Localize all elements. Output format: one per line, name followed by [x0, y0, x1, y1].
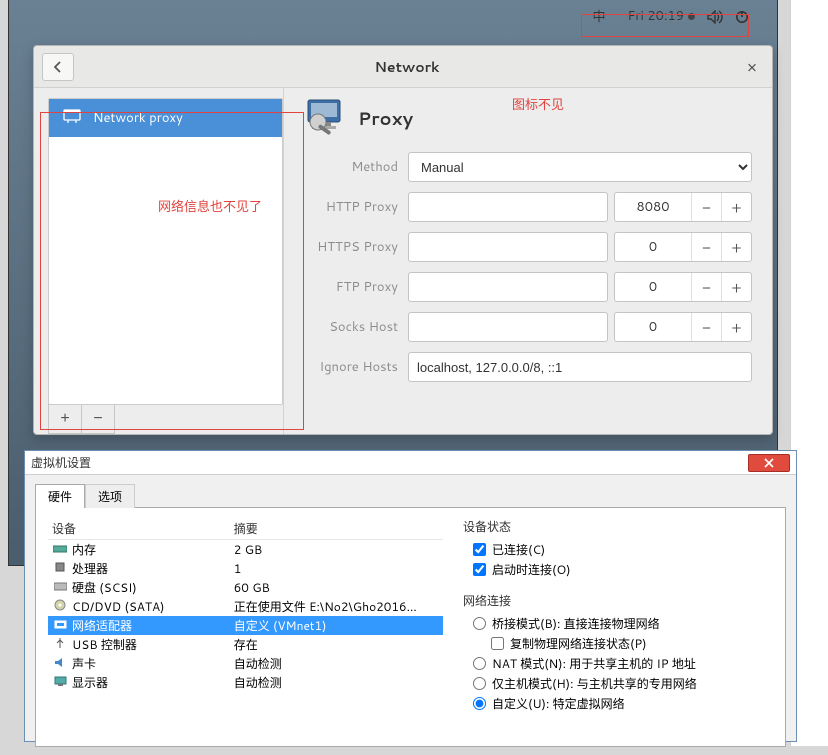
ignore-hosts-input[interactable]	[408, 352, 752, 382]
connected-checkbox[interactable]: 已连接(C)	[473, 541, 773, 558]
http-proxy-row: HTTP Proxy 8080 − +	[302, 192, 752, 222]
annotation-text-icon: 图标不见	[512, 94, 564, 113]
hw-row-disk[interactable]: 硬盘 (SCSI) 60 GB	[48, 578, 443, 597]
close-button[interactable]: ×	[740, 55, 764, 79]
annotation-box-topbar	[581, 14, 749, 37]
custom-radio[interactable]: 自定义(U): 特定虚拟网络	[473, 695, 773, 712]
hw-row-memory[interactable]: 内存 2 GB	[48, 540, 443, 560]
plus-icon[interactable]: +	[721, 193, 751, 221]
hw-row-network[interactable]: 网络适配器 自定义 (VMnet1)	[48, 616, 443, 635]
net-connection-group: 网络连接	[463, 592, 773, 609]
ftp-proxy-row: FTP Proxy 0 − +	[302, 272, 752, 302]
tab-hardware[interactable]: 硬件	[35, 484, 85, 508]
hw-row-cpu[interactable]: 处理器 1	[48, 559, 443, 578]
cpu-icon	[52, 560, 68, 574]
bridge-replicate-checkbox[interactable]: 复制物理网络连接状态(P)	[491, 635, 773, 652]
ignore-hosts-row: Ignore Hosts	[302, 352, 752, 382]
minus-icon[interactable]: −	[691, 193, 721, 221]
vm-close-button[interactable]	[748, 454, 790, 472]
http-proxy-port[interactable]: 8080 − +	[614, 192, 752, 222]
tab-options[interactable]: 选项	[85, 484, 135, 508]
disk-icon	[52, 580, 68, 594]
usb-icon	[52, 636, 68, 650]
annotation-box-sidebar	[40, 112, 304, 430]
plus-icon[interactable]: +	[721, 273, 751, 301]
col-summary: 摘要	[230, 518, 443, 540]
method-label: Method	[302, 158, 408, 176]
hw-row-cd[interactable]: CD/DVD (SATA) 正在使用文件 E:\No2\Gho2016...	[48, 597, 443, 616]
hostonly-radio[interactable]: 仅主机模式(H): 与主机共享的专用网络	[473, 675, 773, 692]
plus-icon[interactable]: +	[721, 313, 751, 341]
minus-icon[interactable]: −	[691, 273, 721, 301]
socks-host-row: Socks Host 0 − +	[302, 312, 752, 342]
back-button[interactable]	[42, 53, 74, 81]
vm-settings-dialog: 虚拟机设置 硬件 选项 设备 摘要 内存 2 GB	[24, 450, 797, 742]
hardware-list: 设备 摘要 内存 2 GB 处理器 1 硬盘 (SCSI) 60 GB	[48, 518, 443, 736]
pane-title: Proxy	[358, 105, 413, 131]
memory-icon	[52, 542, 68, 556]
hw-row-sound[interactable]: 声卡 自动检测	[48, 654, 443, 673]
http-proxy-host[interactable]	[408, 192, 608, 222]
annotation-text-sidebar: 网络信息也不见了	[158, 196, 262, 215]
titlebar: Network ×	[34, 46, 772, 88]
window-title: Network	[74, 57, 740, 77]
ftp-proxy-port[interactable]: 0 − +	[614, 272, 752, 302]
sound-icon	[52, 656, 68, 670]
minus-icon[interactable]: −	[691, 233, 721, 261]
socks-port[interactable]: 0 − +	[614, 312, 752, 342]
https-proxy-host[interactable]	[408, 232, 608, 262]
vm-tabs: 硬件 选项	[35, 484, 786, 508]
https-proxy-port[interactable]: 0 − +	[614, 232, 752, 262]
device-state-group: 设备状态	[463, 518, 773, 535]
proxy-settings-icon	[302, 98, 346, 138]
bridge-radio[interactable]: 桥接模式(B): 直接连接物理网络	[473, 615, 773, 632]
ftp-proxy-host[interactable]	[408, 272, 608, 302]
minus-icon[interactable]: −	[691, 313, 721, 341]
hw-row-display[interactable]: 显示器 自动检测	[48, 673, 443, 692]
nat-radio[interactable]: NAT 模式(N): 用于共享主机的 IP 地址	[473, 655, 773, 672]
vm-dialog-titlebar: 虚拟机设置	[25, 451, 796, 475]
method-select[interactable]: Manual	[408, 152, 752, 182]
display-icon	[52, 675, 68, 689]
connect-on-start-checkbox[interactable]: 启动时连接(O)	[473, 561, 773, 578]
plus-icon[interactable]: +	[721, 233, 751, 261]
hw-row-usb[interactable]: USB 控制器 存在	[48, 635, 443, 654]
vm-dialog-title: 虚拟机设置	[31, 454, 748, 471]
network-adapter-icon	[52, 618, 68, 632]
col-device: 设备	[48, 518, 230, 540]
hardware-detail: 设备状态 已连接(C) 启动时连接(O) 网络连接 桥接模式(B): 直接连接物…	[463, 518, 773, 736]
https-proxy-row: HTTPS Proxy 0 − +	[302, 232, 752, 262]
socks-host[interactable]	[408, 312, 608, 342]
proxy-pane: Proxy Method Manual HTTP Proxy	[284, 88, 772, 434]
cd-icon	[52, 598, 68, 612]
